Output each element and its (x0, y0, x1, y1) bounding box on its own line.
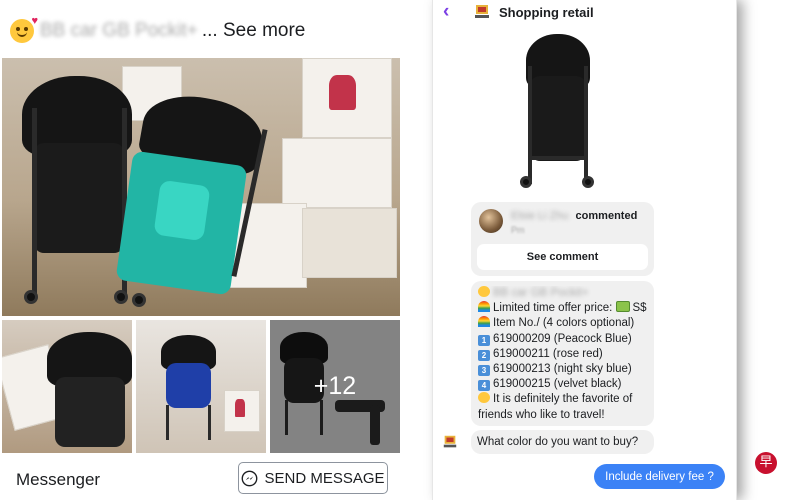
zaobao-watermark-logo: 早 (755, 452, 777, 474)
offer-message-bubble: BB car GB Pockit+ Limited time offer pri… (471, 281, 654, 426)
send-message-button[interactable]: SEND MESSAGE (238, 462, 388, 494)
reply-message-bubble: Include delivery fee ? (594, 464, 725, 489)
item-label: Item No./ (4 colors optional) (493, 317, 635, 330)
main-product-photo[interactable] (2, 58, 400, 316)
closing-text-2: friends who like to travel! (478, 408, 605, 421)
black-stroller-image (47, 332, 132, 452)
commenter-name: Elsie Li Zhu (511, 210, 569, 222)
offer-title-line: BB car GB Pockit+ (478, 286, 647, 301)
chat-header: ‹ Shopping retail (433, 0, 736, 24)
teal-stroller-image (112, 88, 268, 313)
caption-blurred-text: BB car GB Pockit+ (40, 20, 198, 41)
keycap-number-icon: 1 (478, 334, 490, 346)
messenger-icon (242, 470, 258, 486)
facebook-post: ♥ BB car GB Pockit+ ... See more +12 Mes… (0, 0, 402, 500)
item-line: 1 619000209 (Peacock Blue) (478, 332, 647, 347)
more-photos-count[interactable]: +12 (270, 320, 400, 453)
post-footer: Messenger SEND MESSAGE (0, 458, 402, 500)
keycap-number-icon: 2 (478, 349, 490, 361)
price-value: S$86 (632, 302, 647, 315)
price-line: Limited time offer price: S$86 (478, 301, 647, 316)
chat-title: Shopping retail (499, 5, 594, 20)
offer-title-blurred: BB car GB Pockit+ (493, 287, 589, 299)
item-line: 3 619000213 (night sky blue) (478, 362, 647, 377)
back-chevron-icon[interactable]: ‹ (443, 2, 449, 21)
product-box (302, 58, 392, 138)
rainbow-icon (478, 316, 490, 328)
product-thumbnail[interactable] (136, 320, 266, 453)
more-photos-thumbnail[interactable]: +12 (270, 320, 400, 453)
keycap-number-icon: 4 (478, 380, 490, 392)
closing-line: friends who like to travel! (478, 408, 647, 423)
smiling-face-hearts-icon: ♥ (10, 16, 38, 43)
comment-notification-card: Elsie Li Zhu commented Pm See comment (471, 202, 654, 276)
blue-stroller-image (161, 335, 216, 445)
product-thumbnail[interactable] (2, 320, 132, 453)
money-icon (615, 301, 630, 313)
keycap-number-icon: 3 (478, 365, 490, 377)
send-message-label: SEND MESSAGE (264, 469, 385, 487)
item-line: 2 619000211 (rose red) (478, 347, 647, 362)
page-logo-icon (475, 5, 489, 18)
item-text: 619000209 (Peacock Blue) (493, 332, 632, 345)
item-text: 619000211 (rose red) (493, 347, 603, 360)
closing-text-1: It is definitely the favorite of (493, 393, 633, 406)
item-line: 4 619000215 (velvet black) (478, 377, 647, 392)
item-text: 619000215 (velvet black) (493, 378, 622, 391)
smiling-face-icon (478, 392, 490, 404)
commenter-line: Elsie Li Zhu commented (511, 210, 637, 222)
see-comment-button[interactable]: See comment (477, 244, 648, 270)
product-box (302, 208, 397, 278)
item-label-line: Item No./ (4 colors optional) (478, 316, 647, 331)
comment-action: commented (575, 210, 638, 222)
messenger-label: Messenger (16, 470, 101, 489)
see-more-link[interactable]: ... See more (202, 20, 306, 42)
product-image-stroller[interactable] (518, 26, 598, 191)
post-caption[interactable]: ♥ BB car GB Pockit+ ... See more (10, 14, 305, 48)
comment-time: Pm (511, 225, 525, 235)
smiling-face-hearts-icon (478, 286, 490, 297)
avatar (479, 209, 503, 233)
product-box (224, 390, 260, 432)
messenger-chat: ‹ Shopping retail Elsie Li Zhu commented… (432, 0, 737, 500)
page-logo-icon (443, 435, 457, 448)
rainbow-icon (478, 301, 490, 313)
product-box (282, 138, 392, 208)
closing-line: It is definitely the favorite of (478, 392, 647, 407)
question-message-bubble: What color do you want to buy? (471, 430, 654, 454)
price-label: Limited time offer price: (493, 302, 616, 315)
item-text: 619000213 (night sky blue) (493, 363, 632, 376)
